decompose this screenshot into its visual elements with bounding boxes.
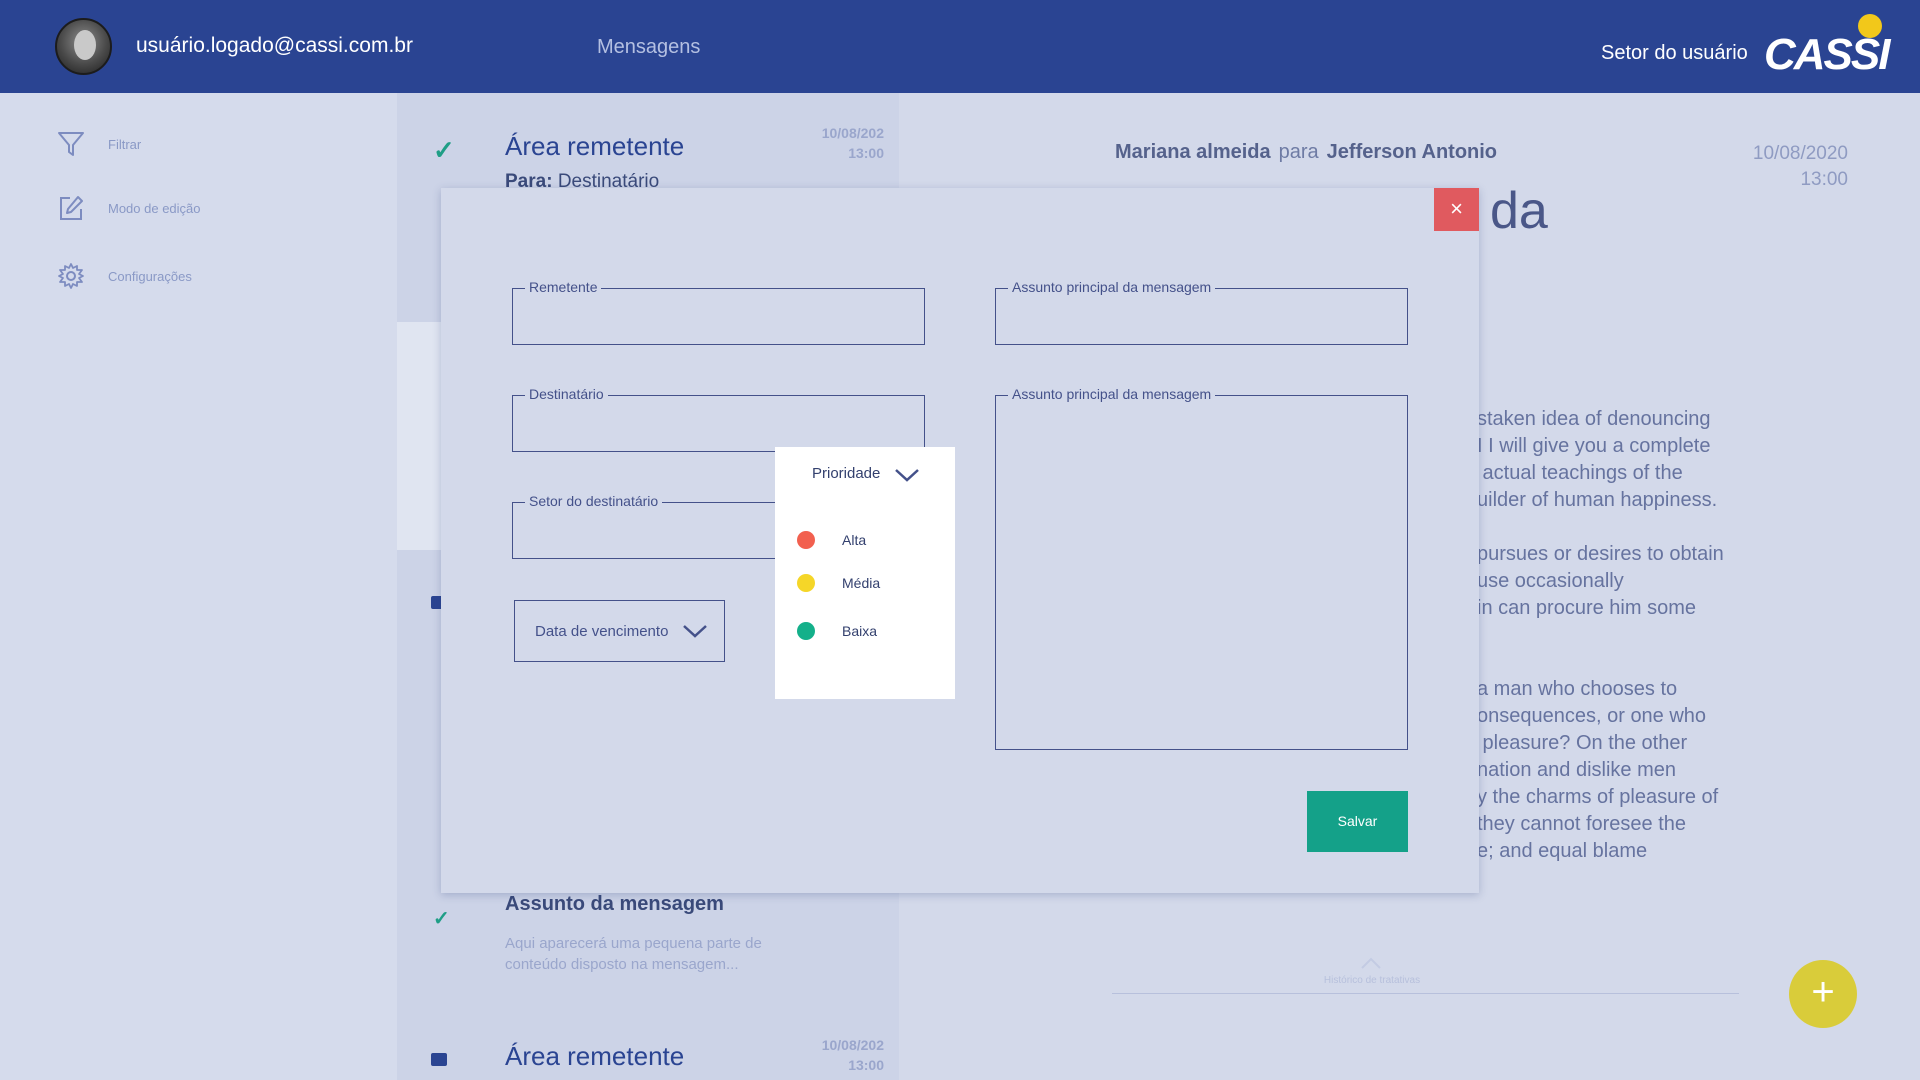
user-email[interactable]: usuário.logado@cassi.com.br <box>136 34 413 58</box>
sidebar-item-settings[interactable]: Configurações <box>56 261 192 291</box>
sidebar-item-label: Modo de edição <box>108 200 201 216</box>
due-date-select[interactable]: Data de vencimento <box>514 600 725 662</box>
chevron-down-icon <box>683 625 707 638</box>
priority-option-media[interactable]: Média <box>797 574 880 592</box>
nav-messages[interactable]: Mensagens <box>597 36 700 59</box>
message-from-to: Mariana almeida para Jefferson Antonio <box>1115 141 1498 163</box>
history-divider <box>1112 993 1739 994</box>
subject-field[interactable]: Assunto principal da mensagem <box>995 279 1408 345</box>
message-datetime: 10/08/2020 13:00 <box>1752 143 1848 190</box>
chevron-up-icon[interactable] <box>1360 953 1382 975</box>
message-paragraph: staken idea of denouncing I I will give … <box>1477 408 1718 511</box>
sidebar-item-label: Configurações <box>108 268 192 284</box>
message-date: 10/08/202 13:00 <box>821 1037 884 1073</box>
chevron-down-icon[interactable] <box>894 465 920 485</box>
chat-icon <box>431 1053 447 1066</box>
sidebar-item-edit-mode[interactable]: Modo de edição <box>56 193 201 223</box>
sidebar-item-label: Filtrar <box>108 136 142 152</box>
sender-field[interactable]: Remetente <box>512 279 925 345</box>
recipient-field[interactable]: Destinatário <box>512 386 925 452</box>
priority-option-baixa[interactable]: Baixa <box>797 622 877 640</box>
message-paragraph: a man who chooses to onsequences, or one… <box>1477 678 1719 862</box>
field-label: Assunto principal da mensagem <box>1008 279 1216 295</box>
check-icon: ✓ <box>433 135 455 165</box>
add-button[interactable]: + <box>1789 960 1857 1028</box>
user-avatar[interactable] <box>55 18 112 75</box>
close-button[interactable]: × <box>1434 188 1479 231</box>
field-label: Destinatário <box>525 386 608 402</box>
gear-icon <box>58 263 84 289</box>
field-label: Assunto principal da mensagem <box>1008 386 1216 402</box>
top-header: usuário.logado@cassi.com.br Mensagens Se… <box>0 0 1920 93</box>
edit-icon <box>60 196 83 220</box>
priority-heading: Prioridade <box>812 465 881 482</box>
priority-option-alta[interactable]: Alta <box>797 531 866 549</box>
check-icon: ✓ <box>433 908 450 930</box>
message-sender: Área remetente <box>505 131 685 161</box>
logo-sun-icon <box>1858 14 1882 38</box>
message-preview: Aqui aparecerá uma pequena parte de cont… <box>505 935 762 973</box>
option-label: Baixa <box>842 623 878 639</box>
field-label: Setor do destinatário <box>525 493 663 509</box>
message-title: da <box>1490 182 1548 240</box>
priority-dot-icon <box>797 574 815 592</box>
priority-dot-icon <box>797 531 815 549</box>
sidebar: Filtrar Modo de edição Configurações <box>0 93 397 1080</box>
save-button[interactable]: Salvar <box>1307 791 1408 852</box>
message-sender: Área remetente <box>505 1041 685 1071</box>
user-sector: Setor do usuário <box>1601 42 1748 64</box>
field-label: Remetente <box>525 279 602 295</box>
filter-icon <box>58 132 84 156</box>
message-body-field[interactable]: Assunto principal da mensagem <box>995 386 1408 750</box>
history-label[interactable]: Histórico de tratativas <box>1257 975 1487 986</box>
select-label: Data de vencimento <box>535 623 669 640</box>
option-label: Alta <box>842 532 867 548</box>
priority-dot-icon <box>797 622 815 640</box>
message-paragraph: pursues or desires to obtain use occasio… <box>1477 543 1724 619</box>
option-label: Média <box>842 575 881 591</box>
cassi-logo: CASSI <box>1764 14 1890 79</box>
priority-dropdown[interactable]: Prioridade Alta Média Baixa <box>775 447 955 699</box>
message-subject: Assunto da mensagem <box>505 893 724 915</box>
sidebar-item-filter[interactable]: Filtrar <box>56 129 141 159</box>
message-date: 10/08/202 13:00 <box>821 125 884 161</box>
